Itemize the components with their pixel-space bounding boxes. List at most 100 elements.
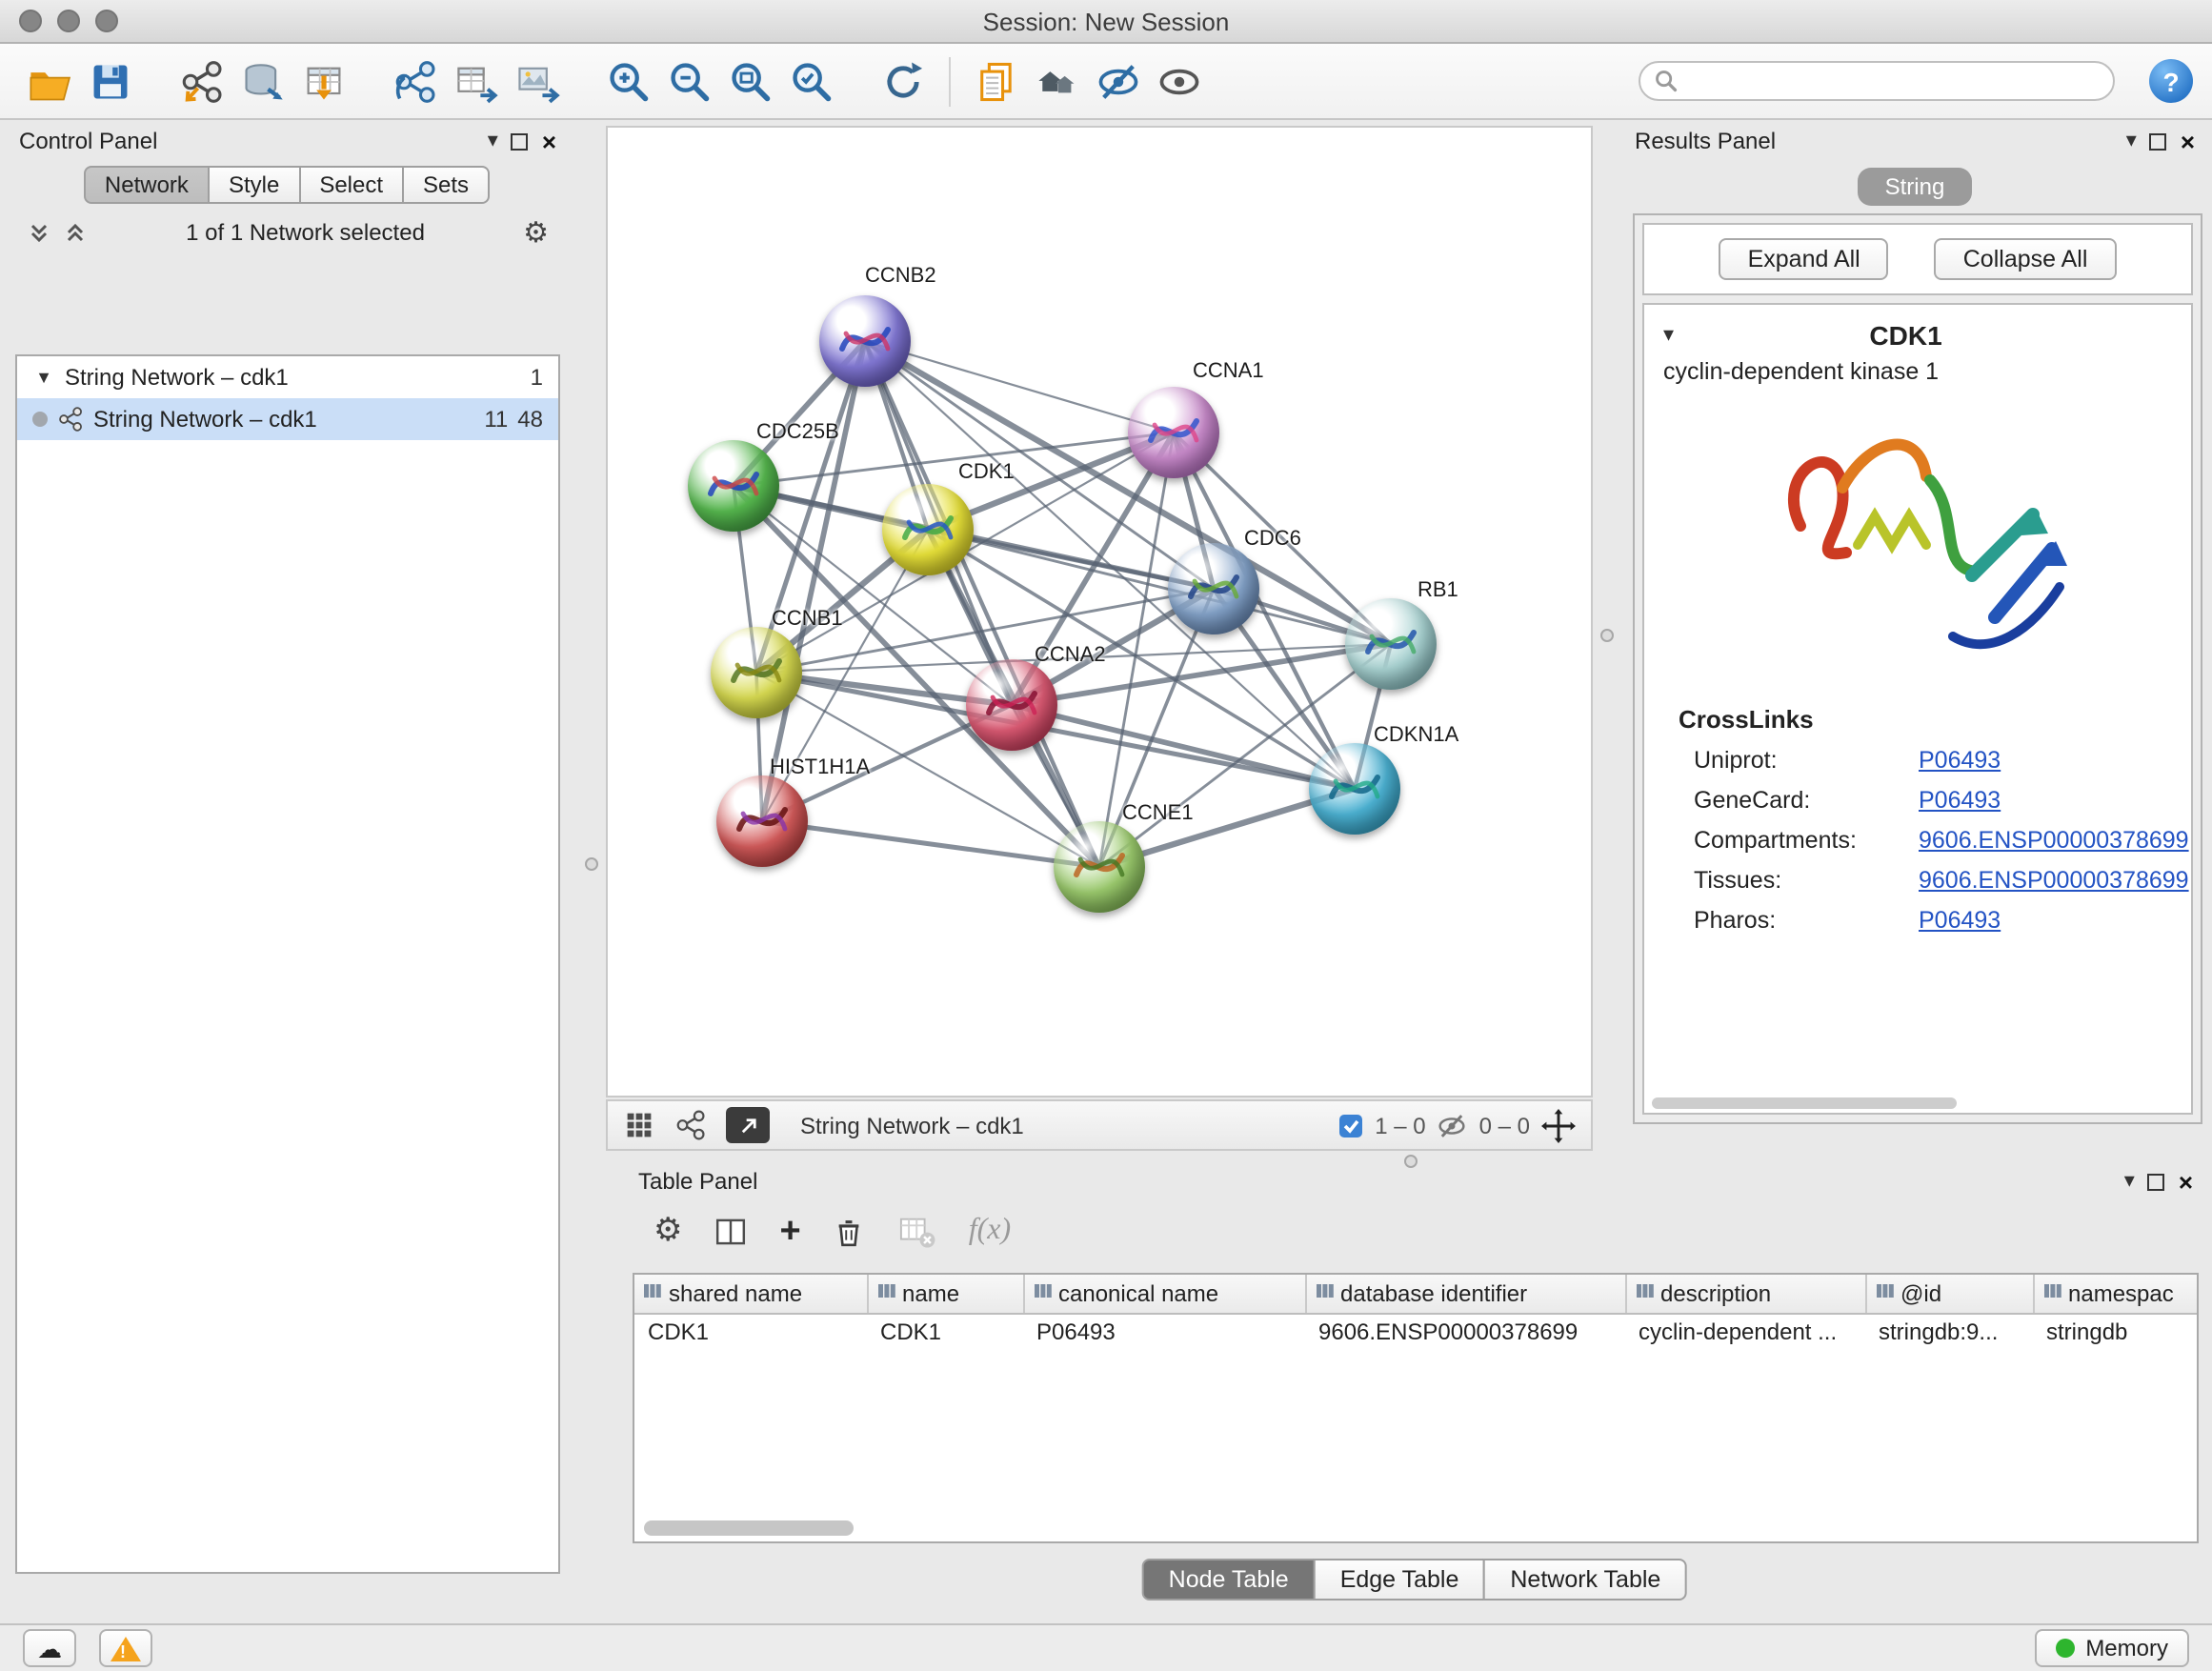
import-network-file-button[interactable] (171, 50, 232, 111)
collapse-all-networks-button[interactable] (27, 220, 51, 245)
column-header-name[interactable]: name (867, 1275, 1023, 1313)
crosslink-value-link[interactable]: 9606.ENSP00000378699 (1919, 867, 2189, 894)
close-icon: × (2179, 1167, 2193, 1196)
results-panel-close-button[interactable]: × (2181, 129, 2195, 153)
network-node-RB1[interactable] (1345, 598, 1437, 690)
hide-panels-button[interactable] (1088, 50, 1149, 111)
column-header-namespace[interactable]: namespac (2033, 1275, 2199, 1313)
network-row-selected[interactable]: String Network – cdk1 11 48 (17, 398, 558, 440)
crosslink-value-link[interactable]: P06493 (1919, 747, 2001, 774)
refresh-layout-button[interactable] (873, 50, 934, 111)
left-splitter-handle[interactable] (585, 857, 598, 871)
crosslink-value-link[interactable]: P06493 (1919, 907, 2001, 934)
results-scrollbar[interactable] (1652, 1097, 1957, 1109)
tab-select[interactable]: Select (298, 166, 404, 204)
function-builder-button[interactable]: f(x) (969, 1214, 1011, 1248)
birdseye-toggle-button[interactable] (623, 1109, 655, 1141)
pan-mode-button[interactable] (1541, 1108, 1576, 1142)
home-button[interactable] (1027, 50, 1088, 111)
network-node-HIST1H1A[interactable] (716, 775, 808, 867)
protein-ribbon-icon (1309, 743, 1400, 835)
string-results-tab[interactable]: String (1859, 168, 1972, 206)
table-panel-menu-button[interactable]: ▾ (2124, 1171, 2135, 1192)
network-node-CCNB1[interactable] (711, 627, 802, 718)
zoom-out-button[interactable] (659, 50, 720, 111)
search-input[interactable] (1686, 66, 2100, 96)
network-collection-row[interactable]: ▼ String Network – cdk1 1 (17, 356, 558, 398)
table-panel-close-button[interactable]: × (2179, 1169, 2193, 1194)
delete-column-button[interactable] (832, 1213, 868, 1249)
network-node-CCNE1[interactable] (1054, 821, 1145, 913)
right-splitter-handle[interactable] (1600, 629, 1614, 642)
add-column-button[interactable]: + (780, 1213, 801, 1249)
network-node-CDC25B[interactable] (688, 440, 779, 532)
control-panel-close-button[interactable]: × (542, 129, 556, 153)
tab-edge-table[interactable]: Edge Table (1314, 1559, 1486, 1601)
column-header-shared-name[interactable]: shared name (634, 1275, 867, 1313)
control-panel-float-button[interactable] (512, 132, 529, 150)
tab-node-table[interactable]: Node Table (1142, 1559, 1316, 1601)
tab-style[interactable]: Style (208, 166, 300, 204)
gene-collapse-button[interactable]: ▾ (1663, 325, 1674, 346)
tab-sets[interactable]: Sets (402, 166, 490, 204)
detach-view-button[interactable] (726, 1107, 770, 1143)
network-overview-button[interactable] (674, 1109, 707, 1141)
search-field[interactable] (1639, 61, 2115, 101)
control-panel-menu-button[interactable]: ▾ (488, 131, 498, 151)
column-header-database-identifier[interactable]: database identifier (1305, 1275, 1625, 1313)
crosslink-row: GeneCard:P06493 (1644, 781, 2191, 821)
control-panel-title: Control Panel (19, 128, 157, 154)
delete-table-button[interactable] (898, 1213, 938, 1249)
tab-network-table[interactable]: Network Table (1483, 1559, 1687, 1601)
network-options-button[interactable]: ⚙ (523, 218, 549, 247)
network-node-CDKN1A[interactable] (1309, 743, 1400, 835)
memory-button[interactable]: Memory (2034, 1629, 2189, 1667)
new-network-from-table-button[interactable] (446, 50, 507, 111)
column-header-id[interactable]: @id (1865, 1275, 2033, 1313)
save-session-button[interactable] (80, 50, 141, 111)
node-label-CDC25B: CDC25B (756, 421, 839, 444)
results-panel-menu-button[interactable]: ▾ (2126, 131, 2137, 151)
crosslink-value-link[interactable]: P06493 (1919, 787, 2001, 814)
export-image-button[interactable] (507, 50, 568, 111)
application-window: Session: New Session (0, 0, 2212, 1671)
network-node-CDK1[interactable] (882, 484, 974, 575)
import-table-file-button[interactable] (293, 50, 354, 111)
results-panel-float-button[interactable] (2150, 132, 2167, 150)
network-node-CDC6[interactable] (1168, 543, 1259, 634)
expand-all-button[interactable]: Expand All (1719, 238, 1889, 280)
column-header-description[interactable]: description (1625, 1275, 1865, 1313)
table-settings-button[interactable]: ⚙ (654, 1212, 683, 1250)
zoom-fit-button[interactable] (720, 50, 781, 111)
open-session-button[interactable] (19, 50, 80, 111)
crosslink-label: GeneCard: (1694, 787, 1919, 814)
tree-expander-icon[interactable]: ▼ (32, 368, 55, 387)
network-node-CCNA1[interactable] (1128, 387, 1219, 478)
table-row[interactable]: CDK1CDK1P064939606.ENSP00000378699cyclin… (634, 1313, 2199, 1349)
copy-document-icon (974, 58, 1019, 104)
node-table-body: CDK1CDK1P064939606.ENSP00000378699cyclin… (634, 1313, 2199, 1349)
duplicate-document-button[interactable] (966, 50, 1027, 111)
results-panel-title: Results Panel (1635, 128, 1776, 154)
network-node-count: 11 (484, 406, 508, 433)
double-chevron-up-icon (63, 220, 88, 245)
table-panel-float-button[interactable] (2148, 1173, 2165, 1190)
help-button[interactable]: ? (2149, 59, 2193, 103)
warnings-button[interactable]: ! (99, 1629, 152, 1667)
network-canvas[interactable]: CCNB2CCNA1CDC25BCDK1CDC6RB1CCNB1CCNA2CDK… (606, 126, 1593, 1097)
import-network-database-button[interactable] (232, 50, 293, 111)
zoom-selected-button[interactable] (781, 50, 842, 111)
column-header-canonical-name[interactable]: canonical name (1023, 1275, 1305, 1313)
collapse-all-button[interactable]: Collapse All (1935, 238, 2117, 280)
network-node-CCNA2[interactable] (966, 659, 1057, 751)
crosslink-value-link[interactable]: 9606.ENSP00000378699 (1919, 827, 2189, 854)
show-panels-button[interactable] (1149, 50, 1210, 111)
zoom-in-button[interactable] (598, 50, 659, 111)
table-horizontal-scrollbar[interactable] (644, 1520, 854, 1536)
cloud-status-button[interactable]: ☁ (23, 1629, 76, 1667)
network-node-CCNB2[interactable] (819, 295, 911, 387)
tab-network[interactable]: Network (84, 166, 210, 204)
new-network-button[interactable] (385, 50, 446, 111)
show-columns-button[interactable] (714, 1213, 750, 1249)
expand-all-networks-button[interactable] (63, 220, 88, 245)
